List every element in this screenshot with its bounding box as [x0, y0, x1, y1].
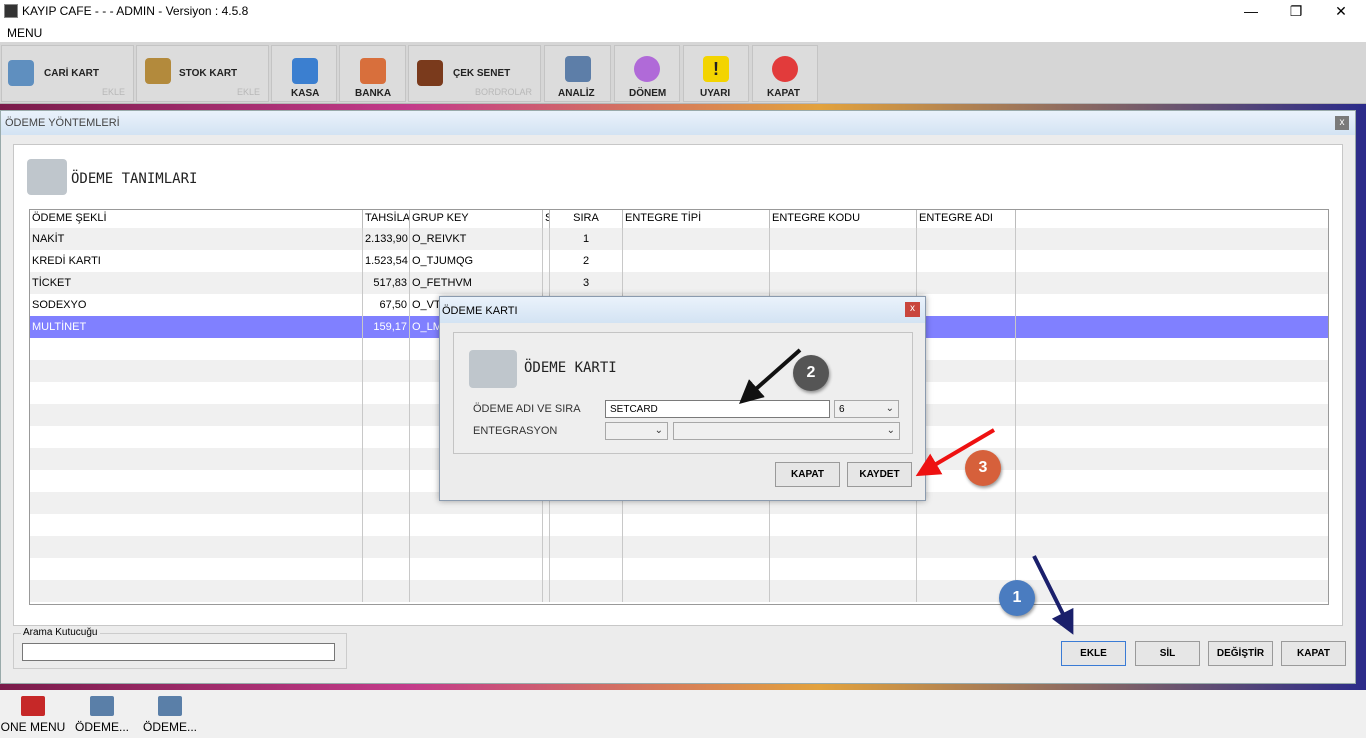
step-badge-2: 2 [793, 355, 829, 391]
arrow-1 [1032, 555, 1074, 635]
taskbar-item[interactable]: ÖDEME... [69, 693, 135, 737]
taskbar-item[interactable]: ONE MENU [0, 693, 66, 737]
taskbar-label: ÖDEME... [142, 720, 197, 734]
taskbar-label: ONE MENU [0, 720, 66, 734]
window-icon [90, 696, 114, 716]
annotation-arrows [739, 348, 1074, 635]
step-badge-3: 3 [965, 450, 1001, 486]
taskbar-item[interactable]: ÖDEME... [137, 693, 203, 737]
menu-icon [21, 696, 45, 716]
taskbar-label: ÖDEME... [74, 720, 129, 734]
window-icon [158, 696, 182, 716]
taskbar [0, 690, 1366, 738]
step-badge-1: 1 [999, 580, 1035, 616]
